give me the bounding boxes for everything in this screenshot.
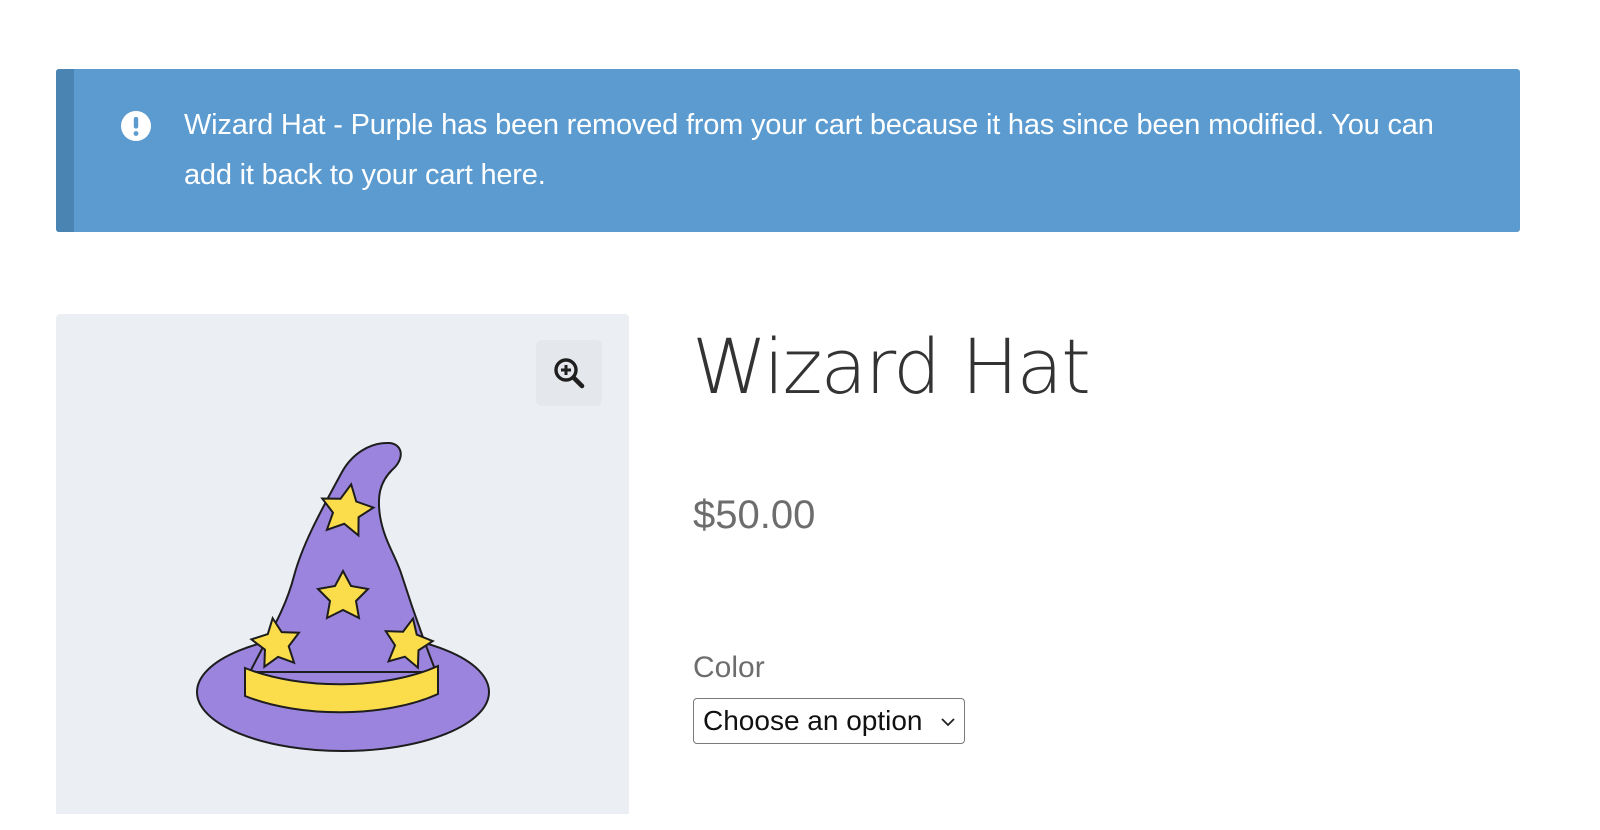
notice-message-trailing: . [537, 159, 546, 191]
exclamation-circle-icon [120, 110, 152, 142]
product-page: Wizard Hat - Purple has been removed fro… [0, 0, 1600, 830]
magnify-plus-icon [554, 358, 585, 389]
notice-message: Wizard Hat - Purple has been removed fro… [184, 100, 1474, 200]
color-select-value: Choose an option [703, 705, 923, 736]
product-price: $50.00 [693, 493, 816, 537]
zoom-button[interactable] [536, 340, 602, 406]
wizard-hat-image [196, 441, 490, 752]
notice-accent-bar [56, 69, 74, 232]
notice-restore-link[interactable]: here [480, 159, 537, 191]
notice-message-text: Wizard Hat - Purple has been removed fro… [184, 109, 1434, 191]
product-title: Wizard Hat [692, 322, 1091, 411]
color-select[interactable]: Choose an option [693, 698, 965, 744]
chevron-down-icon [940, 715, 956, 733]
color-label: Color [693, 651, 765, 684]
